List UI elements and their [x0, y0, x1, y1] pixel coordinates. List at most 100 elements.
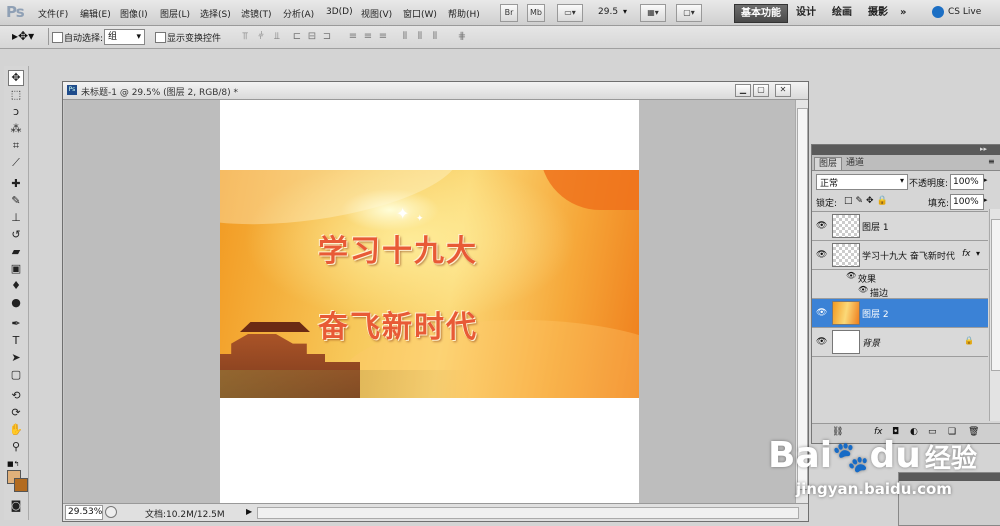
- lasso-tool-icon[interactable]: ↄ: [8, 104, 24, 120]
- type-tool-icon[interactable]: T: [8, 333, 24, 349]
- opacity-slider-arrow-icon[interactable]: ▸: [984, 176, 988, 184]
- default-colors-icon[interactable]: ■↰: [7, 460, 19, 468]
- fill-field[interactable]: 100%: [950, 194, 984, 210]
- menu-window[interactable]: 窗口(W): [403, 7, 437, 20]
- shape-tool-icon[interactable]: ▢: [8, 367, 24, 383]
- layer-row[interactable]: 👁 学习十九大 奋飞新时代 fx ▾: [812, 241, 988, 270]
- arrange-documents-button[interactable]: ▦▾: [640, 4, 666, 22]
- show-transform-checkbox[interactable]: [155, 32, 166, 43]
- bridge-button[interactable]: Br: [500, 4, 518, 22]
- canvas-area[interactable]: ✦ ✦ 学习十九大 奋飞新时代: [64, 100, 795, 503]
- eye-icon[interactable]: 👁: [816, 308, 827, 318]
- eyedropper-tool-icon[interactable]: ⟋: [8, 155, 24, 171]
- auto-select-checkbox[interactable]: [52, 32, 63, 43]
- tab-layers[interactable]: 图层: [814, 157, 843, 170]
- 3d-rotate-tool-icon[interactable]: ⟲: [8, 388, 24, 404]
- quick-mask-icon[interactable]: ◙: [8, 498, 24, 514]
- expand-effects-icon[interactable]: ▾: [976, 249, 980, 258]
- eye-icon[interactable]: 👁: [816, 221, 827, 231]
- panel-menu-icon[interactable]: ≡: [988, 157, 995, 166]
- eraser-tool-icon[interactable]: ▰: [8, 244, 24, 260]
- marquee-tool-icon[interactable]: ⬚: [8, 87, 24, 103]
- menu-view[interactable]: 视图(V): [361, 7, 392, 20]
- scroll-thumb[interactable]: [797, 108, 808, 490]
- zoom-percent-field[interactable]: 29.53%: [65, 505, 103, 520]
- move-tool-icon[interactable]: ✥: [8, 70, 24, 86]
- move-tool-preset-icon[interactable]: ▸✥▾: [12, 29, 34, 43]
- distribute-right-icon[interactable]: ⦀: [428, 31, 442, 42]
- quick-select-tool-icon[interactable]: ⁂: [8, 121, 24, 137]
- distribute-left-icon[interactable]: ⦀: [398, 31, 412, 42]
- menu-select[interactable]: 选择(S): [200, 7, 231, 20]
- workspace-essentials[interactable]: 基本功能: [734, 4, 788, 23]
- panel-header[interactable]: ▸▸: [812, 145, 1000, 155]
- menu-3d[interactable]: 3D(D): [326, 7, 353, 17]
- minibridge-button[interactable]: Mb: [527, 4, 545, 22]
- cs-live-button[interactable]: CS Live: [948, 4, 981, 21]
- document-title-bar[interactable]: Ps 未标题-1 @ 29.5% (图层 2, RGB/8) * ▁ ▢ ✕: [63, 82, 808, 100]
- align-right-icon[interactable]: ⊐: [320, 31, 334, 42]
- layer-row[interactable]: 👁 图层 1: [812, 212, 988, 241]
- menu-analysis[interactable]: 分析(A): [283, 7, 314, 20]
- auto-select-dropdown[interactable]: 组 ▾: [104, 29, 145, 45]
- menu-help[interactable]: 帮助(H): [448, 7, 480, 20]
- status-options-icon[interactable]: [105, 506, 117, 518]
- zoom-tool-icon[interactable]: ⚲: [8, 439, 24, 455]
- eye-icon[interactable]: 👁: [816, 337, 827, 347]
- eye-icon[interactable]: 👁: [846, 271, 856, 280]
- align-top-icon[interactable]: ⫪: [238, 31, 252, 42]
- menu-layer[interactable]: 图层(L): [160, 7, 190, 20]
- close-button[interactable]: ✕: [775, 84, 791, 97]
- clone-stamp-tool-icon[interactable]: ⊥: [8, 210, 24, 226]
- healing-brush-tool-icon[interactable]: ✚: [8, 176, 24, 192]
- collapse-panel-icon[interactable]: ▸▸: [980, 145, 987, 153]
- layer-row[interactable]: 👁 背景 🔒: [812, 328, 988, 357]
- history-brush-tool-icon[interactable]: ↺: [8, 227, 24, 243]
- horizontal-scrollbar[interactable]: [257, 507, 799, 519]
- eye-icon[interactable]: 👁: [858, 285, 868, 294]
- fill-slider-arrow-icon[interactable]: ▸: [984, 196, 988, 204]
- hand-tool-icon[interactable]: ✋: [8, 422, 24, 438]
- scroll-thumb[interactable]: [991, 219, 1000, 371]
- menu-filter[interactable]: 滤镜(T): [241, 7, 272, 20]
- more-workspaces-button[interactable]: »: [900, 4, 906, 21]
- align-hcenter-icon[interactable]: ⊟: [305, 31, 319, 42]
- maximize-button[interactable]: ▢: [753, 84, 769, 97]
- crop-tool-icon[interactable]: ⌗: [8, 138, 24, 154]
- stroke-effect-row[interactable]: 👁 描边: [812, 284, 988, 299]
- status-menu-arrow-icon[interactable]: ▶: [246, 507, 252, 516]
- menu-image[interactable]: 图像(I): [120, 7, 148, 20]
- align-bottom-icon[interactable]: ⫫: [270, 31, 284, 42]
- workspace-painting[interactable]: 绘画: [832, 4, 852, 21]
- workspace-design[interactable]: 设计: [796, 4, 816, 21]
- eye-icon[interactable]: 👁: [816, 250, 827, 260]
- tab-channels[interactable]: 通道: [842, 157, 868, 169]
- blur-tool-icon[interactable]: ♦: [8, 278, 24, 294]
- menu-edit[interactable]: 编辑(E): [80, 7, 111, 20]
- align-vcenter-icon[interactable]: ⫩: [254, 31, 268, 42]
- gradient-tool-icon[interactable]: ▣: [8, 261, 24, 277]
- layer-row-selected[interactable]: 👁 图层 2: [812, 299, 988, 328]
- blend-mode-dropdown[interactable]: 正常 ▾: [816, 174, 908, 190]
- screen-mode-button[interactable]: ▢▾: [676, 4, 702, 22]
- 3d-orbit-tool-icon[interactable]: ⟳: [8, 405, 24, 421]
- effects-row[interactable]: 👁 效果: [812, 270, 988, 285]
- zoom-dropdown-icon[interactable]: ▾: [623, 7, 627, 16]
- menu-file[interactable]: 文件(F): [38, 7, 68, 20]
- dodge-tool-icon[interactable]: ●: [8, 295, 24, 311]
- align-left-icon[interactable]: ⊏: [290, 31, 304, 42]
- pen-tool-icon[interactable]: ✒: [8, 316, 24, 332]
- zoom-level-value[interactable]: 29.5: [598, 7, 618, 17]
- brush-tool-icon[interactable]: ✎: [8, 193, 24, 209]
- view-extras-button[interactable]: ▭▾: [557, 4, 583, 22]
- workspace-photography[interactable]: 摄影: [868, 4, 888, 21]
- auto-align-icon[interactable]: ⋕: [455, 31, 469, 42]
- distribute-vcenter-icon[interactable]: ≡: [361, 31, 375, 42]
- lock-icons[interactable]: □✎✥🔒: [844, 196, 891, 206]
- path-select-tool-icon[interactable]: ➤: [8, 350, 24, 366]
- minimize-button[interactable]: ▁: [735, 84, 751, 97]
- distribute-bottom-icon[interactable]: ≡: [376, 31, 390, 42]
- panel-scrollbar[interactable]: [989, 209, 1000, 421]
- distribute-hcenter-icon[interactable]: ⦀: [413, 31, 427, 42]
- background-color-swatch[interactable]: [14, 478, 28, 492]
